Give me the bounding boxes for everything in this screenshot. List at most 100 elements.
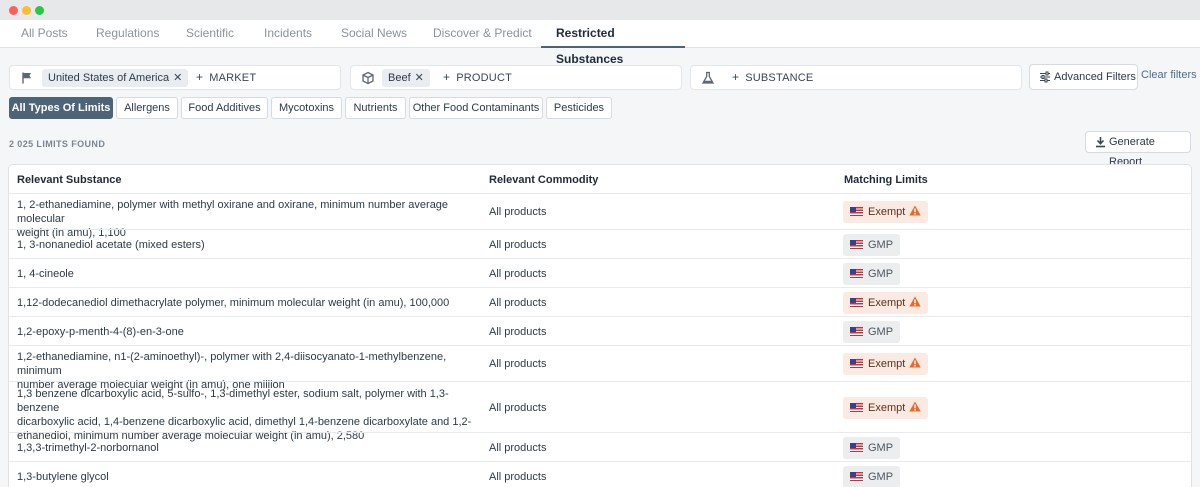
warning-icon [909,357,921,368]
limit-type-mycotoxins[interactable]: Mycotoxins [271,97,342,119]
limit-badge[interactable]: GMP [843,436,901,459]
substance-line: 1,2-epoxy-p-menth-4-(8)-en-3-one [17,325,184,338]
limit-label: Exempt [868,296,906,309]
advanced-filters-button[interactable]: Advanced Filters [1029,64,1138,90]
cell-substance: 1,3,3-trimethyl-2-norbornanol [17,441,477,455]
limit-label: Exempt [868,206,906,218]
market-chip-label: United States of America [48,72,170,84]
warning-icon [909,401,921,411]
us-flag-icon [850,268,863,278]
market-filter[interactable]: United States of America ✕ + MARKET [9,65,341,90]
table-row[interactable]: 1,3,3-trimethyl-2-norbornanol All product… [9,432,1191,461]
table-row[interactable]: 1,12-dodecanediol dimethacrylate polymer… [9,287,1191,316]
download-icon [1096,137,1105,148]
limit-badge[interactable]: Exempt [843,201,929,223]
top-tab-bar: All Posts Regulations Scientific Inciden… [0,20,1200,66]
substance-line: 1, 4-cineole [17,267,74,280]
limit-type-all[interactable]: All Types Of Limits [9,97,113,119]
flag-icon [22,72,31,84]
table-row[interactable]: 1,2-epoxy-p-menth-4-(8)-en-3-one All prod… [9,316,1191,345]
us-flag-icon [850,239,863,249]
sliders-icon [1040,71,1050,83]
results-count: 2 025 LIMITS FOUND [9,139,106,149]
advanced-filters-label: Advanced Filters [1054,71,1136,83]
substance-filter[interactable]: + SUBSTANCE [690,65,1022,90]
cell-substance: 1,12-dodecanediol dimethacrylate polymer… [17,296,477,310]
cell-commodity: All products [489,441,547,454]
table-row[interactable]: 1, 3-nonanediol acetate (mixed esters) Al… [9,229,1191,258]
clear-filters-link[interactable]: Clear filters [1141,69,1197,81]
window-close-button[interactable] [9,6,18,15]
cell-commodity: All products [489,238,547,251]
limit-label: GMP [868,470,894,483]
add-substance-label: SUBSTANCE [745,72,814,84]
tab-restricted-substances[interactable]: Restricted Substances [541,20,685,66]
table-row[interactable]: 1,3-butylene glycol All products GMP [9,461,1191,487]
add-substance-button[interactable]: + SUBSTANCE [732,66,813,90]
limit-badge[interactable]: GMP [843,233,901,256]
cell-substance: 1,3-butylene glycol [17,470,477,484]
us-flag-icon [850,297,863,307]
add-product-label: PRODUCT [456,72,513,84]
plus-icon: + [196,70,204,84]
us-flag-icon [850,326,863,336]
table-row[interactable]: 1,2-ethanediamine, n1-(2-aminoethyl)-, p… [9,345,1191,391]
header-relevant-substance[interactable]: Relevant Substance [17,174,122,186]
us-flag-icon [850,402,863,412]
cell-substance: 1, 3-nonanediol acetate (mixed esters) [17,238,477,252]
window-maximize-button[interactable] [35,6,44,15]
cell-substance: 1, 4-cineole [17,267,477,281]
market-chip: United States of America ✕ [42,69,189,87]
limit-label: Exempt [868,401,906,414]
substance-line: 1, 2-ethanediamine, polymer with methyl … [17,199,449,225]
table-header: Relevant Substance Relevant Commodity Ma… [9,165,1191,193]
tab-discover-predict[interactable]: Discover & Predict [423,20,542,48]
generate-report-button[interactable]: Generate Report [1085,131,1191,168]
table-row[interactable]: 1,3 benzene dicarboxylic acid, 5-sulfo-,… [9,381,1191,442]
tab-all-posts[interactable]: All Posts [11,20,78,48]
table-row[interactable]: 1, 4-cineole All products GMP [9,258,1191,287]
table-row[interactable]: 1, 2-ethanediamine, polymer with methyl … [9,193,1191,239]
limit-badge[interactable]: Exempt [843,291,929,314]
tab-regulations[interactable]: Regulations [86,20,169,48]
limit-type-pesticides[interactable]: Pesticides [546,97,612,119]
add-market-label: MARKET [209,72,257,84]
limit-badge[interactable]: Exempt [843,396,929,419]
product-chip: Beef ✕ [382,69,430,87]
limit-label: GMP [868,441,894,454]
limit-badge[interactable]: GMP [843,262,901,285]
substance-line: 1, 3-nonanediol acetate (mixed esters) [17,238,205,251]
substance-line: 1,3 benzene dicarboxylic acid, 5-sulfo-,… [17,387,449,414]
limit-badge[interactable]: GMP [843,320,901,343]
us-flag-icon [850,207,863,216]
header-matching-limits[interactable]: Matching Limits [844,174,928,186]
limit-badge[interactable]: Exempt [843,353,929,375]
limit-type-nutrients[interactable]: Nutrients [345,97,406,119]
limit-badge[interactable]: GMP [843,465,901,487]
header-relevant-commodity[interactable]: Relevant Commodity [489,174,598,186]
warning-icon [909,296,921,306]
remove-product-icon[interactable]: ✕ [415,69,424,87]
add-market-button[interactable]: + MARKET [196,66,256,90]
product-filter[interactable]: Beef ✕ + PRODUCT [350,65,682,90]
cell-substance: 1,2-epoxy-p-menth-4-(8)-en-3-one [17,325,477,339]
window-minimize-button[interactable] [22,6,31,15]
product-chip-label: Beef [388,72,411,84]
limit-label: GMP [868,325,894,338]
tab-social-news[interactable]: Social News [331,20,417,48]
tab-scientific[interactable]: Scientific [176,20,244,48]
cell-commodity: All products [489,358,547,370]
cell-commodity: All products [489,470,547,483]
limit-type-allergens[interactable]: Allergens [116,97,178,119]
cell-commodity: All products [489,206,547,218]
tab-incidents[interactable]: Incidents [254,20,322,48]
us-flag-icon [850,442,863,452]
limit-type-other-food-contaminants[interactable]: Other Food Contaminants [409,97,543,119]
add-product-button[interactable]: + PRODUCT [443,66,512,90]
limits-table: Relevant Substance Relevant Commodity Ma… [8,164,1192,487]
plus-icon: + [443,70,451,84]
limit-type-food-additives[interactable]: Food Additives [181,97,268,119]
us-flag-icon [850,359,863,368]
remove-market-icon[interactable]: ✕ [173,69,182,87]
flask-icon [701,71,715,84]
